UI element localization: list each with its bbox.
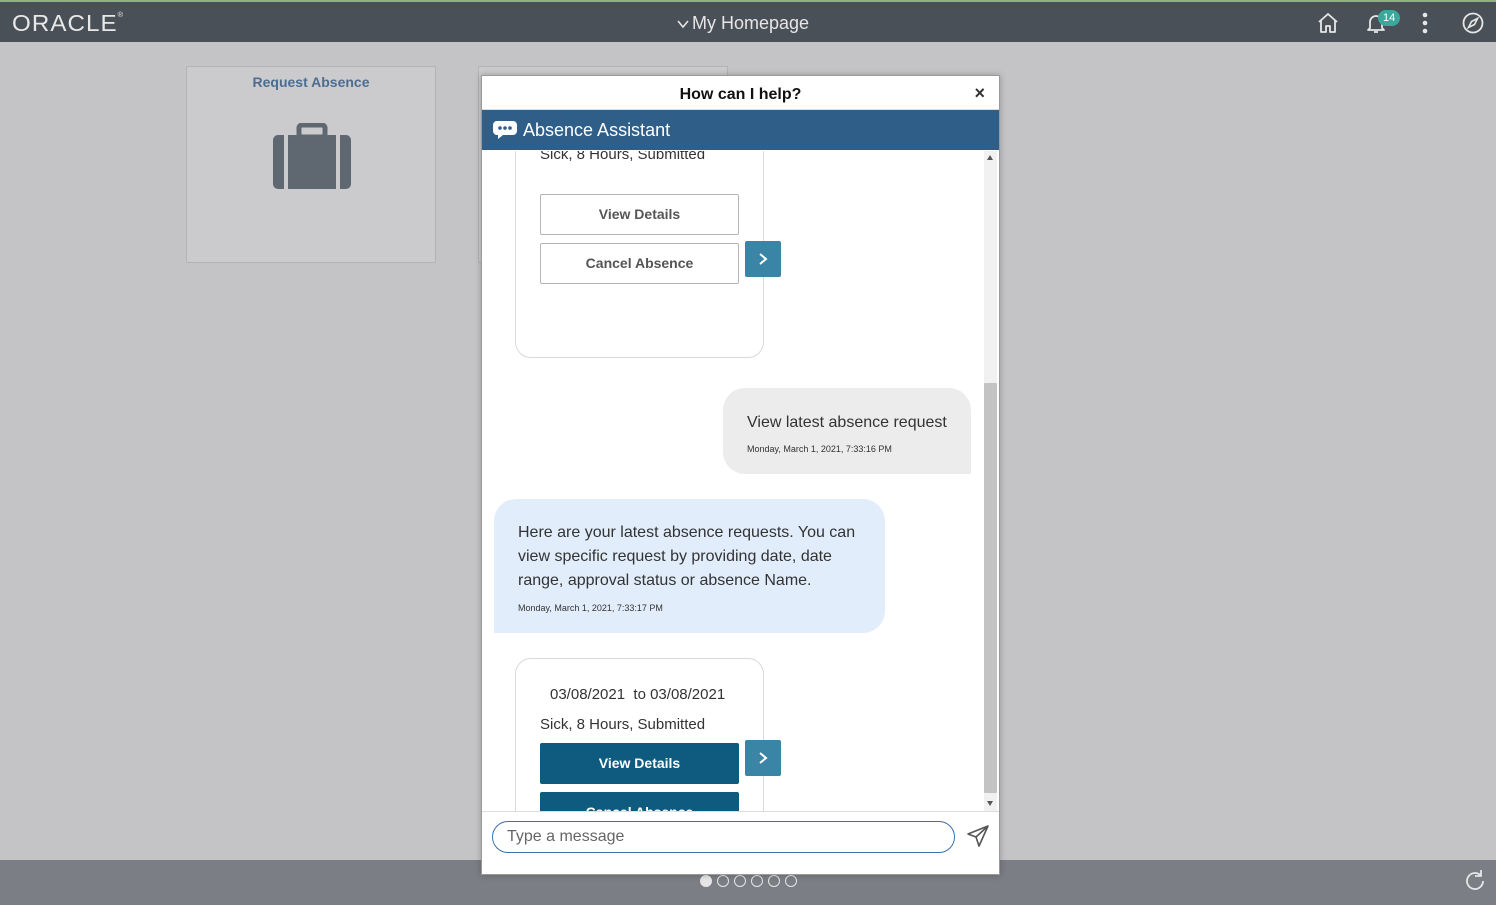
chat-bubble-icon: [493, 121, 517, 139]
user-message-text: View latest absence request: [747, 414, 947, 431]
chevron-right-icon: [759, 253, 768, 265]
assistant-bar: Absence Assistant: [482, 110, 999, 150]
chevron-down-icon: [677, 19, 689, 28]
chevron-right-icon: [759, 752, 768, 764]
send-icon[interactable]: [966, 824, 990, 848]
request-absence-tile[interactable]: Request Absence: [186, 66, 436, 263]
scroll-down-icon[interactable]: [987, 801, 993, 806]
bot-message: Here are your latest absence requests. Y…: [494, 499, 885, 633]
next-card-button[interactable]: [745, 241, 781, 277]
page-dot[interactable]: [700, 875, 712, 887]
page-dot[interactable]: [785, 875, 797, 887]
chat-transcript: Sick, 8 Hours, Submitted View Details Ca…: [482, 151, 999, 811]
oracle-logo: ORACLE®: [12, 10, 125, 36]
absence-card: Sick, 8 Hours, Submitted View Details Ca…: [515, 151, 764, 358]
page-dots: [700, 875, 797, 887]
view-details-button[interactable]: View Details: [540, 743, 739, 784]
chat-dialog: How can I help? × Absence Assistant Sick…: [481, 75, 1000, 875]
notification-badge[interactable]: 14: [1378, 10, 1401, 26]
message-timestamp: Monday, March 1, 2021, 7:33:17 PM: [518, 603, 663, 613]
briefcase-icon: [273, 123, 351, 189]
home-icon[interactable]: [1316, 11, 1340, 35]
absence-card: 03/08/2021 to 03/08/2021 Sick, 8 Hours, …: [515, 658, 764, 811]
page-dot[interactable]: [768, 875, 780, 887]
scroll-up-icon[interactable]: [987, 155, 993, 160]
absence-details: Sick, 8 Hours, Submitted: [540, 716, 706, 733]
page-dot[interactable]: [734, 875, 746, 887]
absence-date-range: 03/08/2021 to 03/08/2021: [550, 686, 726, 703]
cancel-absence-button[interactable]: Cancel Absence: [540, 792, 739, 811]
absence-details: Sick, 8 Hours, Submitted: [540, 151, 706, 163]
page-dot[interactable]: [751, 875, 763, 887]
message-timestamp: Monday, March 1, 2021, 7:33:16 PM: [747, 444, 892, 454]
user-message: View latest absence request Monday, Marc…: [723, 388, 971, 474]
chat-scrollbar-thumb[interactable]: [984, 383, 997, 793]
navbar-compass-icon[interactable]: [1461, 11, 1485, 35]
assistant-name: Absence Assistant: [523, 119, 671, 140]
page-dot[interactable]: [717, 875, 729, 887]
dialog-header: How can I help? ×: [482, 76, 999, 110]
page-title: My Homepage: [692, 13, 810, 33]
tile-title: Request Absence: [252, 74, 370, 90]
cancel-absence-button[interactable]: Cancel Absence: [540, 243, 739, 284]
top-header: ORACLE® My Homepage 14: [0, 0, 1496, 42]
message-composer: [482, 811, 999, 874]
refresh-icon[interactable]: [1462, 868, 1488, 894]
next-card-button[interactable]: [745, 740, 781, 776]
view-details-button[interactable]: View Details: [540, 194, 739, 235]
dialog-title: How can I help?: [679, 86, 802, 103]
message-input[interactable]: [492, 821, 955, 853]
bot-message-text: Here are your latest absence requests. Y…: [518, 524, 856, 589]
more-actions-icon[interactable]: [1413, 11, 1437, 35]
close-icon[interactable]: ×: [974, 83, 985, 104]
homepage-selector[interactable]: My Homepage: [676, 13, 809, 34]
